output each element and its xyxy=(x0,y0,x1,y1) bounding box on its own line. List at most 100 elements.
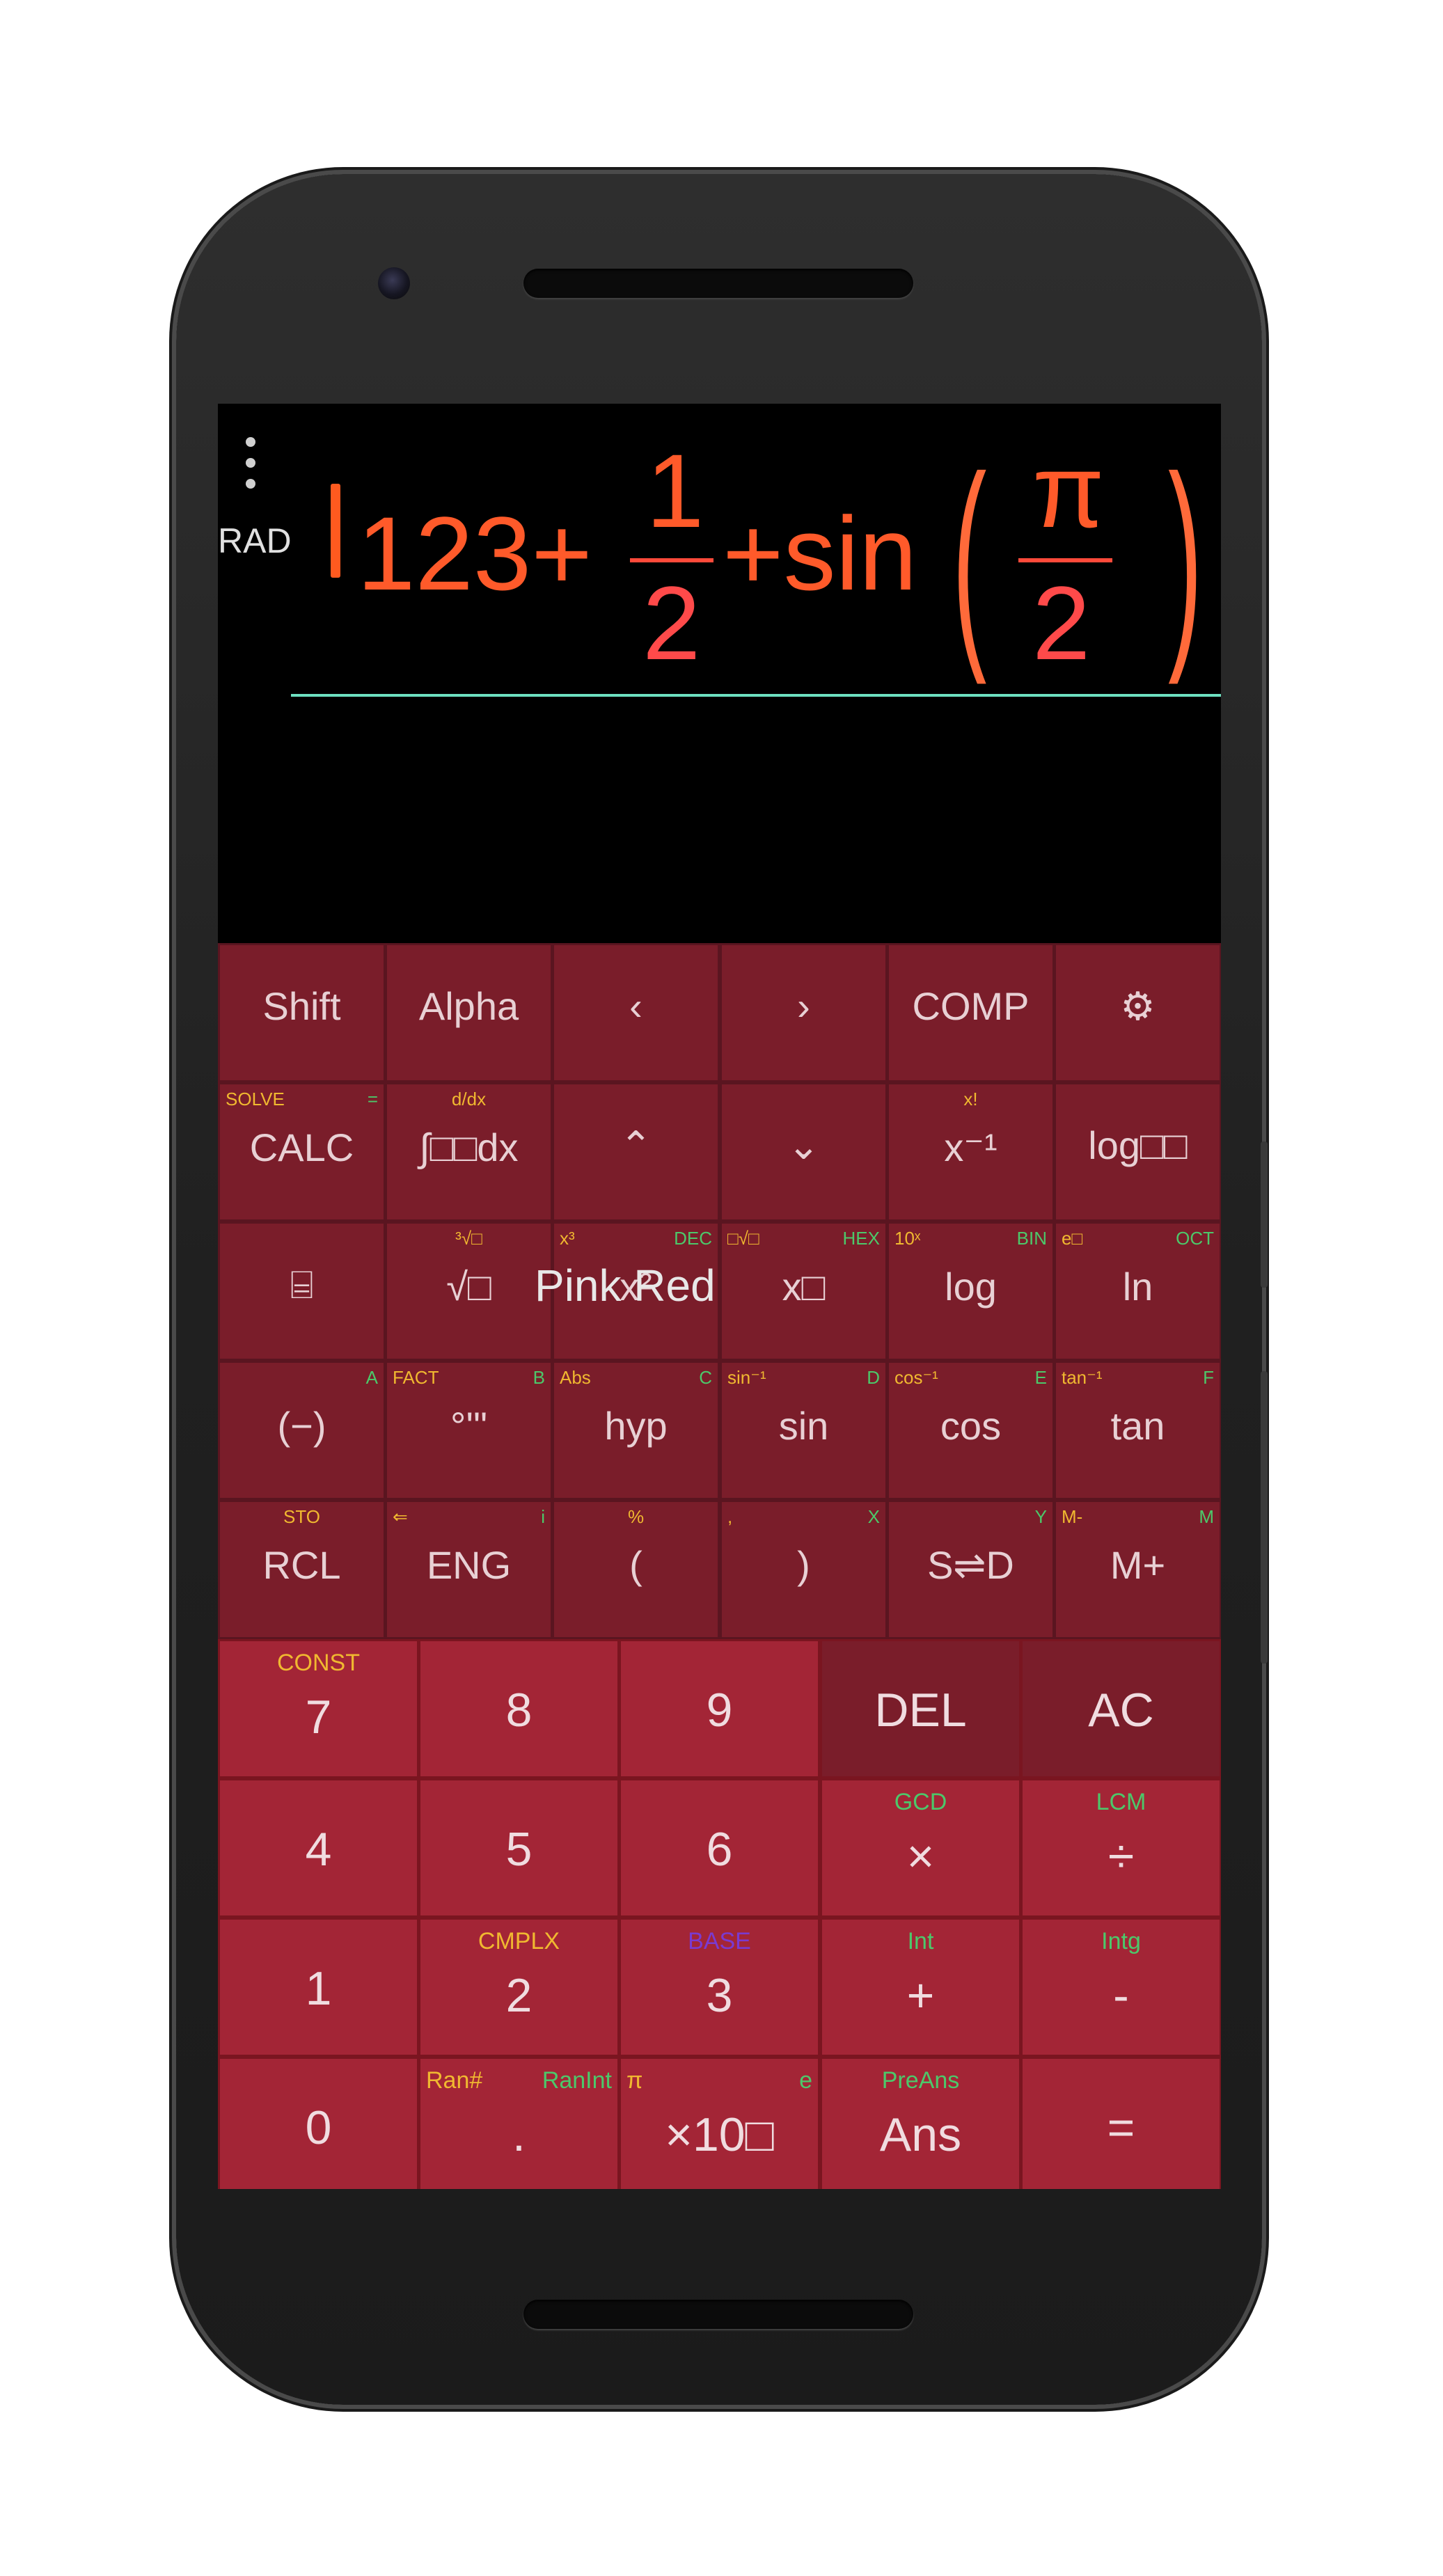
key-secondary-label: X xyxy=(867,1506,880,1527)
key-secondary-label: □√□ xyxy=(727,1228,759,1249)
tan-key[interactable]: tan⁻¹ Ftan xyxy=(1054,1361,1221,1500)
volume-button xyxy=(1261,1371,1268,1664)
key-secondary-label: D xyxy=(867,1367,880,1388)
gear-icon: ⚙ xyxy=(1120,984,1156,1028)
key-key[interactable]: %( xyxy=(552,1500,720,1639)
fraction-numerator: π xyxy=(1032,432,1105,549)
key-secondary-label: π xyxy=(626,2067,643,2094)
2-key[interactable]: CMPLX 2 xyxy=(418,1918,620,2057)
key-secondary-label: e□ xyxy=(1062,1228,1083,1249)
key-label: log□□ xyxy=(1088,1123,1188,1167)
key-label: AC xyxy=(1088,1684,1154,1737)
key-label: tan xyxy=(1110,1404,1165,1448)
gear-key[interactable]: ⚙ xyxy=(1054,943,1221,1082)
key-label: - xyxy=(1113,1969,1129,2022)
7-key[interactable]: CONST 7 xyxy=(218,1639,419,1778)
key-label: › xyxy=(797,984,810,1028)
key-secondary-label: SOLVE xyxy=(226,1089,285,1109)
x-key[interactable]: □√□ HEX x□ xyxy=(720,1222,888,1361)
key-secondary-label: HEX xyxy=(842,1228,880,1249)
hyp-key[interactable]: Abs Chyp xyxy=(552,1361,720,1500)
3-key[interactable]: BASE 3 xyxy=(619,1918,820,2057)
cos-key[interactable]: cos⁻¹ Ecos xyxy=(887,1361,1055,1500)
key-label: 1 xyxy=(305,1962,332,2015)
shift-key[interactable]: Shift xyxy=(218,943,386,1082)
key-label: x□ xyxy=(782,1265,826,1309)
key-label: sin xyxy=(778,1404,829,1448)
key-secondary-label: ³√□ xyxy=(455,1228,482,1249)
key-secondary-label: 10ˣ xyxy=(894,1228,921,1249)
key-key[interactable]: = xyxy=(1020,2057,1221,2189)
overflow-menu-icon[interactable] xyxy=(246,437,255,493)
key-key[interactable]: Ran# RanInt. xyxy=(418,2057,620,2189)
key-secondary-label: A xyxy=(365,1367,378,1388)
comp-key[interactable]: COMP xyxy=(887,943,1055,1082)
dx-key[interactable]: d/dx ∫□□dx xyxy=(385,1082,553,1222)
key-label: Ans xyxy=(879,2108,962,2161)
8-key[interactable]: 8 xyxy=(418,1639,620,1778)
1-key[interactable]: 1 xyxy=(218,1918,419,2057)
key-label: × xyxy=(906,1830,935,1883)
eng-key[interactable]: ⇐ i ENG xyxy=(385,1500,553,1639)
key-label: cos xyxy=(940,1404,1002,1448)
ans-key[interactable]: PreAns Ans xyxy=(820,2057,1021,2189)
key-label: ‹ xyxy=(629,984,642,1028)
ln-key[interactable]: e□ OCT ln xyxy=(1054,1222,1221,1361)
key-label: . xyxy=(512,2108,526,2161)
key-label: °'" xyxy=(450,1404,487,1448)
key-label: Alpha xyxy=(418,984,519,1028)
alpha-key[interactable]: Alpha xyxy=(385,943,553,1082)
5-key[interactable]: 5 xyxy=(418,1778,620,1918)
m-key[interactable]: M- M M+ xyxy=(1054,1500,1221,1639)
10-key[interactable]: π e ×10□ xyxy=(619,2057,820,2189)
fraction-key[interactable]: ⌸ xyxy=(218,1222,386,1361)
key-key[interactable]: ³√□ √□ xyxy=(385,1222,553,1361)
key-label: ×10□ xyxy=(665,2108,774,2161)
key-key[interactable]: ‹ xyxy=(552,943,720,1082)
key-label: ) xyxy=(797,1543,810,1587)
chevron-up-key[interactable]: ⌃ xyxy=(552,1082,720,1222)
0-key[interactable]: 0 xyxy=(218,2057,419,2189)
9-key[interactable]: 9 xyxy=(619,1639,820,1778)
sin-key[interactable]: sin⁻¹ Dsin xyxy=(720,1361,888,1500)
chevron-down-key[interactable]: ⌄ xyxy=(720,1082,888,1222)
key-label: ÷ xyxy=(1107,1830,1135,1883)
del-key[interactable]: DEL xyxy=(820,1639,1021,1778)
key-label: 9 xyxy=(706,1684,733,1737)
key-secondary-label: Int xyxy=(907,1928,934,1954)
x-key[interactable]: x! x⁻¹ xyxy=(887,1082,1055,1222)
angle-mode-indicator: RAD xyxy=(218,521,292,560)
key-secondary-label: GCD xyxy=(894,1789,947,1815)
rcl-key[interactable]: STO RCL xyxy=(218,1500,386,1639)
x-key[interactable]: x³ DEC x² xyxy=(552,1222,720,1361)
paren-open: ( xyxy=(952,428,987,685)
key-secondary-label: M xyxy=(1199,1506,1214,1527)
expression-part: 123+ xyxy=(357,495,592,612)
key-key[interactable]: GCD × xyxy=(820,1778,1021,1918)
paren-close: ) xyxy=(1168,428,1203,685)
key-secondary-label: % xyxy=(627,1506,645,1527)
log-key[interactable]: 10ˣ BIN log xyxy=(887,1222,1055,1361)
calculator-display[interactable]: RAD 123+ 1 2 +sin ( π 2 ) xyxy=(218,404,1221,943)
key-secondary-label: Ran# xyxy=(426,2067,483,2094)
key-key[interactable]: , X) xyxy=(720,1500,888,1639)
key-key[interactable]: Intg - xyxy=(1020,1918,1221,2057)
key-key[interactable]: FACT B °'" xyxy=(385,1361,553,1500)
ac-key[interactable]: AC xyxy=(1020,1639,1221,1778)
key-key[interactable]: A (−) xyxy=(218,1361,386,1500)
key-secondary-label: DEC xyxy=(674,1228,712,1249)
key-secondary-label: cos⁻¹ xyxy=(894,1367,938,1388)
log-key[interactable]: log□□ xyxy=(1054,1082,1221,1222)
key-key[interactable]: › xyxy=(720,943,888,1082)
key-secondary-label: E xyxy=(1034,1367,1047,1388)
4-key[interactable]: 4 xyxy=(218,1778,419,1918)
key-key[interactable]: Int + xyxy=(820,1918,1021,2057)
key-secondary-label: CMPLX xyxy=(478,1928,560,1954)
chevron-up-icon: ⌃ xyxy=(620,1123,652,1167)
6-key[interactable]: 6 xyxy=(619,1778,820,1918)
key-label: 0 xyxy=(305,2101,332,2154)
key-secondary-label: i xyxy=(541,1506,545,1527)
calc-key[interactable]: SOLVE = CALC xyxy=(218,1082,386,1222)
key-key[interactable]: LCM ÷ xyxy=(1020,1778,1221,1918)
s-d-key[interactable]: Y S⇌D xyxy=(887,1500,1055,1639)
